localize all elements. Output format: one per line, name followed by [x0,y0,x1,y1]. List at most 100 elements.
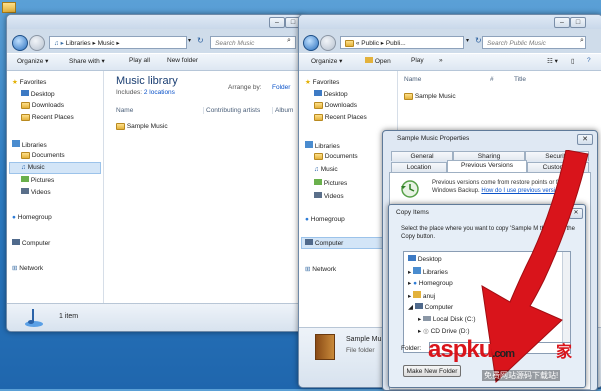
window2-column-header-name[interactable]: Name [404,76,421,83]
window2-computer-icon [305,239,313,245]
window2-search-icon[interactable]: ⌕ [580,37,584,45]
list-item[interactable]: Sample Music [116,123,168,130]
nav-computer[interactable]: Computer [12,239,50,247]
tree-homegroup-icon: ● [413,280,418,287]
nav-libraries[interactable]: Libraries [12,140,47,149]
window2-nav-favorites[interactable]: ★ Favorites [305,78,339,86]
window2-address-dropdown-icon[interactable]: ▾ [466,37,469,44]
window2-nav-computer[interactable]: Computer [305,239,343,247]
locations-link[interactable]: 2 locations [144,89,175,96]
desktop-folder-icon[interactable] [2,2,16,13]
window2-folder-icon [404,93,413,100]
window1-minimize-button[interactable]: – [269,17,285,28]
nav-network[interactable]: ⊞ Network [12,264,43,272]
arrange-by-dropdown[interactable]: Folder [272,84,290,91]
preview-pane-icon[interactable]: ▯ [571,57,575,65]
window2-nav-videos[interactable]: Videos [314,192,344,200]
back-button[interactable] [12,35,28,51]
tree-item-anuj[interactable]: ▸ anuj [408,291,435,300]
nav-homegroup[interactable]: ● Homegroup [12,214,52,221]
window2-nav-documents[interactable]: Documents [314,153,358,160]
downloads-icon [21,102,30,109]
window2-list-item[interactable]: Sample Music [404,93,456,100]
share-with-button[interactable]: Share with ▾ [69,57,105,65]
tree-computer-icon [414,303,423,309]
search-icon[interactable]: ⌕ [287,37,291,45]
window2-address-bar[interactable]: « Public ▸ Publi... [340,36,464,49]
nav-desktop[interactable]: Desktop [21,90,55,98]
window2-documents-icon [314,153,323,160]
organize-button[interactable]: Organize ▾ [17,57,48,65]
pictures-icon [21,176,29,182]
details-pane: 1 item [7,303,303,331]
window2-nav-homegroup[interactable]: ● Homegroup [305,216,345,223]
nav-recent-places[interactable]: Recent Places [21,114,74,121]
column-header-name[interactable]: Name [116,107,133,114]
window2-open-button[interactable]: Open [365,57,391,65]
window2-maximize-button[interactable]: □ [570,17,586,28]
nav-pictures[interactable]: Pictures [21,176,54,184]
address-bar[interactable]: ♫ ▸ Libraries ▸ Music ▸ [49,36,187,49]
window2-nav-music[interactable]: ♫ Music [314,166,338,173]
address-dropdown-icon[interactable]: ▾ [188,37,191,44]
forward-button[interactable] [29,35,45,51]
window2-address-segment-public-music[interactable]: Publi... [386,40,406,47]
nav-music[interactable]: ♫ Music [21,164,45,171]
watermark-cjk: 家 [556,344,573,361]
tab-location[interactable]: Location [391,162,447,172]
window2-libraries-icon [305,141,313,148]
computer-icon [12,239,20,245]
window2-homegroup-icon: ● [305,216,309,223]
window2-nav-libraries[interactable]: Libraries [305,141,340,150]
window2-address-segment-public[interactable]: Public [361,40,379,47]
window2-column-header-number[interactable]: # [490,76,494,83]
column-header-contributing-artists[interactable]: Contributing artists [203,107,260,114]
window2-videos-icon [314,192,322,198]
nav-documents[interactable]: Documents [21,152,65,159]
documents-icon [21,152,30,159]
music-icon: ♫ [21,164,26,171]
folder-label: Folder: [401,345,422,352]
tree-item-desktop[interactable]: Desktop [408,255,442,263]
address-segment-music[interactable]: Music [98,40,115,47]
help-icon[interactable]: ? [587,57,591,64]
window2-minimize-button[interactable]: – [554,17,570,28]
window2-downloads-icon [314,102,323,109]
recent-places-icon [21,114,30,121]
play-all-button[interactable]: Play all [129,57,150,64]
open-icon [365,57,373,63]
watermark-brand: aspku.com [428,336,515,363]
window2-nav-recent-places[interactable]: Recent Places [314,114,367,121]
window2-back-button[interactable] [303,35,319,51]
window2-recent-places-icon [314,114,323,121]
window2-search-input[interactable]: Search Public Music [482,36,586,49]
window2-forward-button[interactable] [320,35,336,51]
window2-nav-pictures[interactable]: Pictures [314,179,347,187]
window1-titlebar[interactable] [7,15,303,29]
window2-refresh-icon[interactable]: ↻ [475,36,482,45]
tree-user-icon [413,291,422,298]
nav-favorites[interactable]: ★ Favorites [12,78,46,86]
window2-nav-downloads[interactable]: Downloads [314,102,357,109]
window2-nav-network[interactable]: ⊞ Network [305,265,336,273]
music-library-window: – □ ♫ ▸ Libraries ▸ Music ▸ ▾ ↻ Search M… [6,14,304,332]
window2-music-icon: ♫ [314,166,319,173]
navigation-pane: ★ Favorites Desktop Downloads Recent Pla… [7,71,104,303]
window2-column-header-title[interactable]: Title [514,76,526,83]
properties-close-button[interactable]: ✕ [577,134,593,145]
view-options-icon[interactable]: ☷ ▾ [547,57,558,65]
new-folder-button[interactable]: New folder [167,57,198,64]
window2-nav-desktop[interactable]: Desktop [314,90,348,98]
window2-desktop-icon [314,90,322,96]
column-header-album[interactable]: Album [272,107,293,114]
nav-downloads[interactable]: Downloads [21,102,64,109]
window2-play-button[interactable]: Play [411,57,424,64]
address-segment-libraries[interactable]: Libraries [66,40,91,47]
window2-organize-button[interactable]: Organize ▾ [311,57,342,65]
window2-more-button[interactable]: » [439,57,443,64]
nav-videos[interactable]: Videos [21,188,51,196]
search-input[interactable]: Search Music [210,36,296,49]
properties-title: Sample Music Properties [397,135,470,142]
large-folder-icon [315,334,335,360]
refresh-icon[interactable]: ↻ [197,36,204,45]
